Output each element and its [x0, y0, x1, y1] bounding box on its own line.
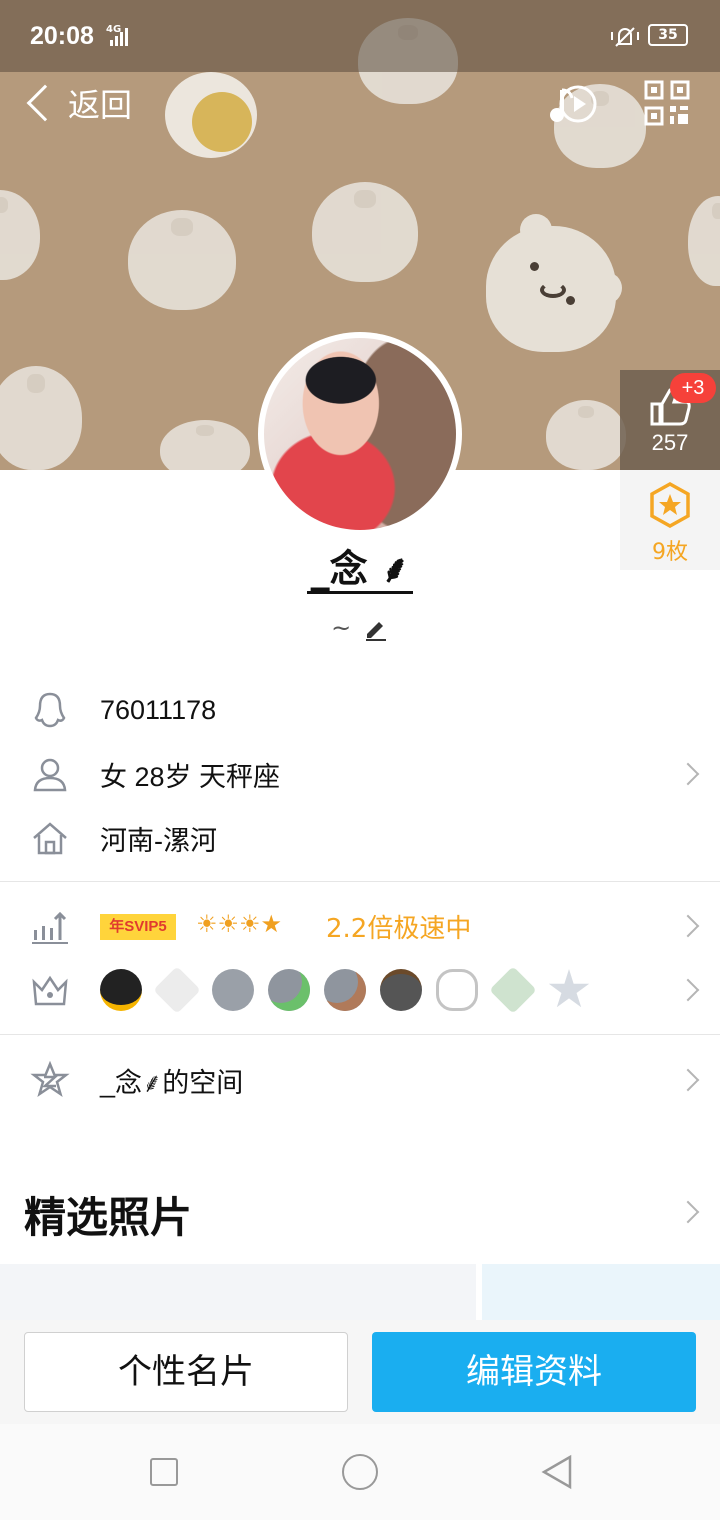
- penguin-icon: [34, 692, 66, 728]
- avatar[interactable]: [258, 332, 462, 536]
- qq-number-row: 76011178: [0, 678, 720, 742]
- likes-increment-badge: +3: [670, 373, 716, 403]
- cover-bun: [160, 420, 250, 470]
- recent-apps-icon[interactable]: [150, 1458, 178, 1486]
- cover-yolk: [192, 92, 252, 152]
- photo-thumbnail[interactable]: [482, 1264, 720, 1320]
- cover-bear: [486, 214, 622, 352]
- back-button[interactable]: 返回: [18, 80, 132, 126]
- location: 河南-漯河: [100, 825, 217, 856]
- green-diamond-badge-icon[interactable]: [489, 966, 537, 1014]
- status-time: 20:08: [30, 22, 94, 50]
- home-circle-icon[interactable]: [342, 1454, 378, 1490]
- level-suns: ☀☀☀★: [196, 910, 283, 938]
- svip-badge: 年SVIP5: [100, 914, 176, 940]
- section-title: 精选照片: [24, 1193, 193, 1242]
- medal-star-icon: [650, 482, 690, 528]
- cover-bun: [688, 196, 720, 286]
- penguin-green-badge-icon[interactable]: [268, 969, 310, 1011]
- chevron-left-icon: [26, 84, 64, 122]
- cover-bun: [546, 400, 626, 470]
- penguin-brown-badge-icon[interactable]: [324, 969, 366, 1011]
- chevron-right-icon: [676, 1068, 700, 1092]
- edit-pencil-icon[interactable]: [363, 616, 389, 642]
- qzone-label: _念⸙的空间: [100, 1067, 244, 1098]
- qq-number: 76011178: [100, 694, 217, 725]
- speed-status: 2.2倍极速中: [326, 914, 472, 944]
- chevron-right-icon: [676, 1200, 700, 1224]
- featured-photos-more[interactable]: [660, 1180, 720, 1244]
- signal-icon: [110, 28, 132, 46]
- crown-icon: [32, 975, 68, 1006]
- avatar-photo: [264, 338, 456, 530]
- cover-bun: [0, 190, 40, 280]
- status-bar: 20:08 4G 35: [0, 0, 720, 72]
- personal-card-button[interactable]: 个性名片: [24, 1332, 348, 1412]
- likes-count: 257: [651, 430, 689, 455]
- nickname-text: _念: [310, 547, 368, 591]
- star-2-badge-icon[interactable]: [548, 969, 590, 1008]
- cover-bun: [0, 366, 82, 470]
- nickname: _念 ⸙: [0, 538, 720, 594]
- qq-penguin-badge-icon[interactable]: [100, 969, 142, 1011]
- qzone-star-icon: [30, 1060, 70, 1097]
- photo-thumbnail[interactable]: [0, 1264, 476, 1320]
- cloud-v-badge-icon[interactable]: [436, 969, 478, 1011]
- level-chart-icon: [32, 911, 68, 944]
- badge-list: [100, 962, 590, 1018]
- edit-profile-button[interactable]: 编辑资料: [372, 1332, 696, 1412]
- qzone-row[interactable]: _念⸙的空间: [0, 1048, 720, 1112]
- location-row: 河南-漯河: [0, 806, 720, 870]
- chevron-right-icon: [676, 762, 700, 786]
- signature-text: ~: [331, 614, 352, 642]
- divider: [0, 881, 720, 882]
- back-label: 返回: [68, 86, 133, 124]
- gender-age-sign: 女 28岁 天秤座: [100, 761, 281, 792]
- penguin-crown-badge-icon[interactable]: [380, 969, 422, 1011]
- person-icon: [33, 758, 67, 792]
- music-play-icon[interactable]: [546, 80, 600, 130]
- qr-code-icon[interactable]: [644, 80, 690, 126]
- penguin-gray-badge-icon[interactable]: [212, 969, 254, 1011]
- basic-info-row[interactable]: 女 28岁 天秤座: [0, 742, 720, 806]
- cover-bun: [312, 182, 418, 282]
- nickname-ornament: ⸙: [380, 547, 410, 591]
- home-icon: [33, 822, 67, 855]
- cover-bun: [128, 210, 236, 310]
- system-nav-bar: [0, 1424, 720, 1520]
- divider: [0, 1034, 720, 1035]
- battery-indicator: 35: [648, 24, 688, 46]
- diamond-badge-icon[interactable]: [153, 966, 201, 1014]
- chevron-right-icon: [676, 914, 700, 938]
- signature-row[interactable]: ~: [0, 614, 720, 642]
- back-triangle-icon[interactable]: [540, 1454, 574, 1490]
- mute-bell-icon: [610, 24, 640, 56]
- chevron-right-icon: [676, 978, 700, 1002]
